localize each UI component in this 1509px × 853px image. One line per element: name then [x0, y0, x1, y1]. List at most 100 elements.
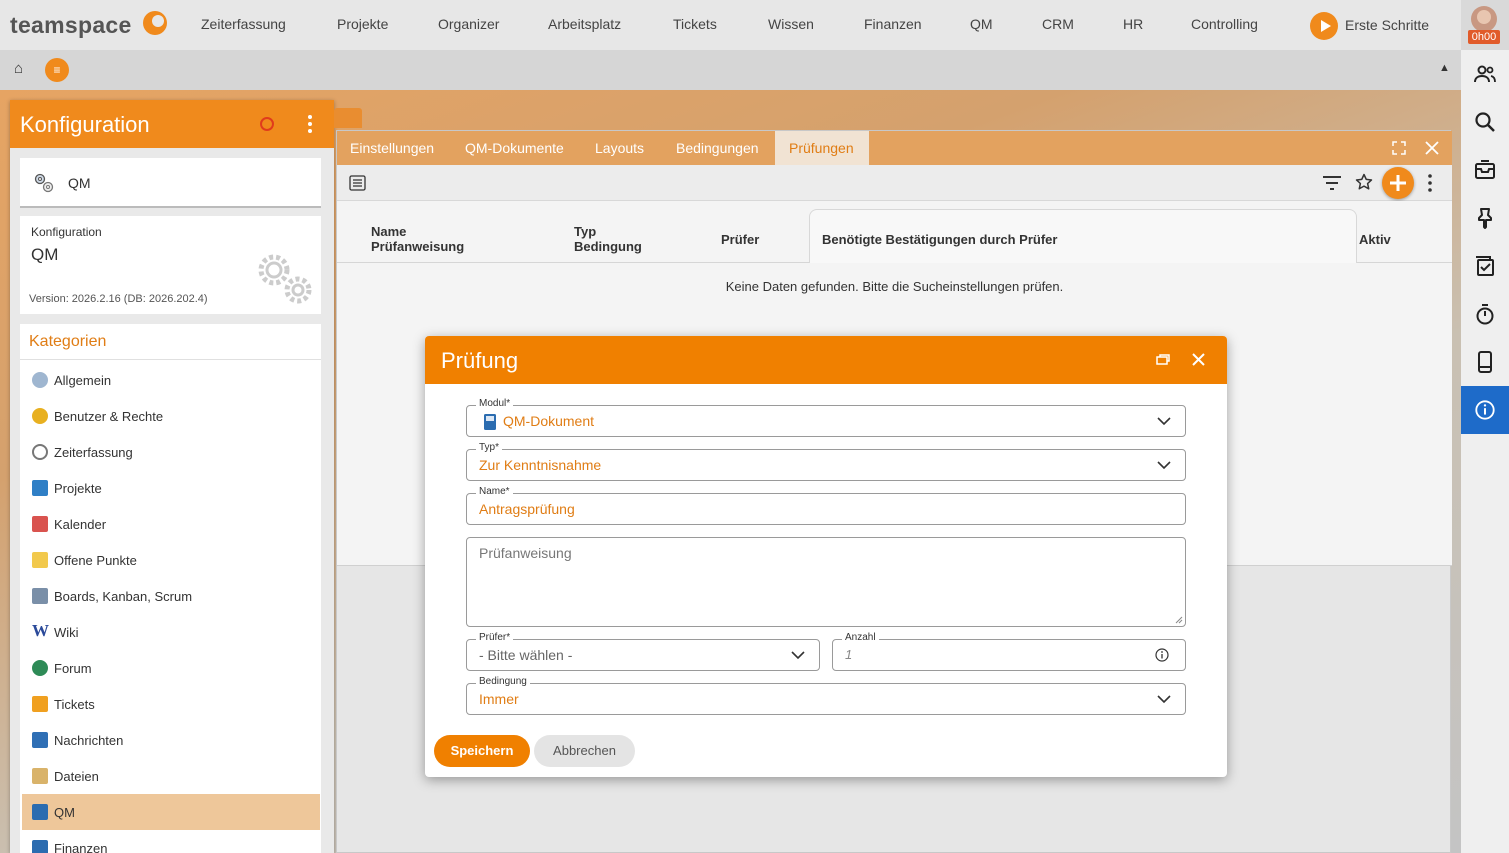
category-item[interactable]: Nachrichten	[22, 722, 320, 758]
pin-icon[interactable]	[1473, 206, 1497, 230]
category-item[interactable]: Tickets	[22, 686, 320, 722]
time-badge: 0h00	[1468, 30, 1500, 44]
ticket-icon	[32, 696, 48, 712]
tab-bar: Einstellungen QM-Dokumente Layouts Bedin…	[337, 131, 1452, 165]
mobile-icon[interactable]	[1473, 350, 1497, 374]
anzahl-field[interactable]: Anzahl 1	[832, 632, 1186, 671]
category-item[interactable]: Boards, Kanban, Scrum	[22, 578, 320, 614]
close-icon[interactable]	[1424, 140, 1440, 156]
bedingung-select[interactable]: Bedingung Immer	[466, 676, 1186, 715]
category-label: Benutzer & Rechte	[54, 409, 164, 424]
typ-select[interactable]: Typ* Zur Kenntnisnahme	[466, 442, 1186, 481]
tab-qm-dokumente[interactable]: QM-Dokumente	[465, 140, 564, 156]
add-button[interactable]	[1382, 167, 1414, 199]
column-bestaetigungen[interactable]: Benötigte Bestätigungen durch Prüfer	[822, 232, 1057, 247]
tab-pruefungen[interactable]: Prüfungen	[789, 140, 854, 156]
finance-icon	[32, 840, 48, 853]
nav-item-finanzen[interactable]: Finanzen	[864, 16, 922, 32]
qm-icon	[32, 804, 48, 820]
nav-item-wissen[interactable]: Wissen	[768, 16, 814, 32]
nav-item-controlling[interactable]: Controlling	[1191, 16, 1258, 32]
qm-document-icon	[484, 414, 496, 430]
category-label: Zeiterfassung	[54, 445, 133, 460]
typ-label: Typ*	[476, 442, 503, 454]
tasks-icon[interactable]	[1473, 254, 1497, 278]
category-item[interactable]: Allgemein	[22, 362, 320, 398]
user-avatar[interactable]: 0h00	[1468, 6, 1500, 44]
menu-icon[interactable]: ≡	[45, 58, 69, 82]
column-name[interactable]: Name Prüfanweisung	[371, 224, 464, 254]
nav-item-arbeitsplatz[interactable]: Arbeitsplatz	[548, 16, 621, 32]
category-label: Boards, Kanban, Scrum	[54, 589, 193, 604]
pruefanweisung-textarea[interactable]: Prüfanweisung	[466, 537, 1186, 627]
cancel-button[interactable]: Abbrechen	[534, 735, 635, 767]
chevron-down-icon	[1157, 417, 1171, 426]
info-value: QM	[31, 245, 59, 264]
tab-bedingungen[interactable]: Bedingungen	[676, 140, 759, 156]
category-item[interactable]: Kalender	[22, 506, 320, 542]
gears-icon	[32, 372, 48, 388]
modul-value: QM-Dokument	[503, 413, 595, 429]
pruefer-select[interactable]: Prüfer* - Bitte wählen -	[466, 632, 820, 671]
configuration-info: Konfiguration QM Version: 2026.2.16 (DB:…	[20, 216, 321, 314]
category-item[interactable]: Offene Punkte	[22, 542, 320, 578]
contacts-icon[interactable]	[1473, 62, 1497, 86]
category-item[interactable]: Zeiterfassung	[22, 434, 320, 470]
anzahl-placeholder: 1	[845, 647, 853, 662]
nav-item-projekte[interactable]: Projekte	[337, 16, 388, 32]
stopwatch-icon[interactable]	[1473, 302, 1497, 326]
star-icon[interactable]	[1355, 173, 1373, 191]
users-icon	[32, 408, 48, 424]
category-label: Projekte	[54, 481, 102, 496]
column-pruefer[interactable]: Prüfer	[721, 232, 759, 247]
empty-message: Keine Daten gefunden. Bitte die Sucheins…	[725, 279, 1064, 294]
more-options-icon[interactable]	[1428, 174, 1432, 192]
category-item[interactable]: QM	[22, 794, 320, 830]
info-icon	[1475, 400, 1495, 420]
column-typ[interactable]: Typ Bedingung	[574, 224, 642, 254]
chevron-down-icon	[1157, 695, 1171, 704]
info-icon[interactable]	[1155, 648, 1169, 662]
teamspace-logo[interactable]: teamspace	[10, 12, 132, 39]
konfiguration-title: Konfiguration	[20, 112, 150, 137]
close-icon[interactable]	[1191, 352, 1206, 367]
module-selector[interactable]: QM	[20, 158, 321, 208]
tab-einstellungen[interactable]: Einstellungen	[350, 140, 434, 156]
category-item[interactable]: Projekte	[22, 470, 320, 506]
nav-item-organizer[interactable]: Organizer	[438, 16, 499, 32]
pruefanweisung-placeholder: Prüfanweisung	[479, 545, 572, 561]
filter-icon[interactable]	[1322, 175, 1342, 191]
categories-title: Kategorien	[29, 333, 107, 350]
home-icon[interactable]: ⌂	[14, 60, 23, 77]
column-name-label: Name	[371, 224, 407, 239]
modul-select[interactable]: Modul* QM-Dokument	[466, 398, 1186, 437]
list-view-icon[interactable]	[349, 175, 367, 191]
category-item[interactable]: Benutzer & Rechte	[22, 398, 320, 434]
tab-layouts[interactable]: Layouts	[595, 140, 644, 156]
bug-report-icon[interactable]	[260, 117, 274, 131]
category-item[interactable]: W Wiki	[22, 614, 320, 650]
nav-item-qm[interactable]: QM	[970, 16, 993, 32]
konfiguration-panel: Konfiguration QM Konfiguration QM Versio…	[10, 100, 334, 853]
nav-item-crm[interactable]: CRM	[1042, 16, 1074, 32]
more-options-icon[interactable]	[308, 114, 312, 134]
search-icon[interactable]	[1473, 110, 1497, 134]
category-item[interactable]: Finanzen	[22, 830, 320, 853]
save-button[interactable]: Speichern	[434, 735, 530, 767]
inbox-icon[interactable]	[1473, 158, 1497, 182]
category-item[interactable]: Dateien	[22, 758, 320, 794]
bedingung-label: Bedingung	[476, 676, 530, 688]
maximize-icon[interactable]	[1392, 141, 1406, 155]
pruefung-dialog: Prüfung Modul* QM-Dokument Typ* Zur Kenn…	[425, 336, 1227, 777]
column-aktiv[interactable]: Aktiv	[1359, 232, 1391, 247]
nav-item-hr[interactable]: HR	[1123, 16, 1143, 32]
restore-icon[interactable]	[1156, 353, 1170, 367]
collapse-arrow-icon[interactable]: ▲	[1439, 62, 1450, 74]
nav-item-tickets[interactable]: Tickets	[673, 16, 717, 32]
nav-item-zeiterfassung[interactable]: Zeiterfassung	[201, 16, 286, 32]
name-field[interactable]: Name* Antragsprüfung	[466, 486, 1186, 525]
category-item[interactable]: Forum	[22, 650, 320, 686]
collapsed-window-tab[interactable]	[334, 108, 362, 128]
resize-handle-icon[interactable]	[1175, 616, 1183, 624]
info-button[interactable]	[1461, 386, 1509, 434]
